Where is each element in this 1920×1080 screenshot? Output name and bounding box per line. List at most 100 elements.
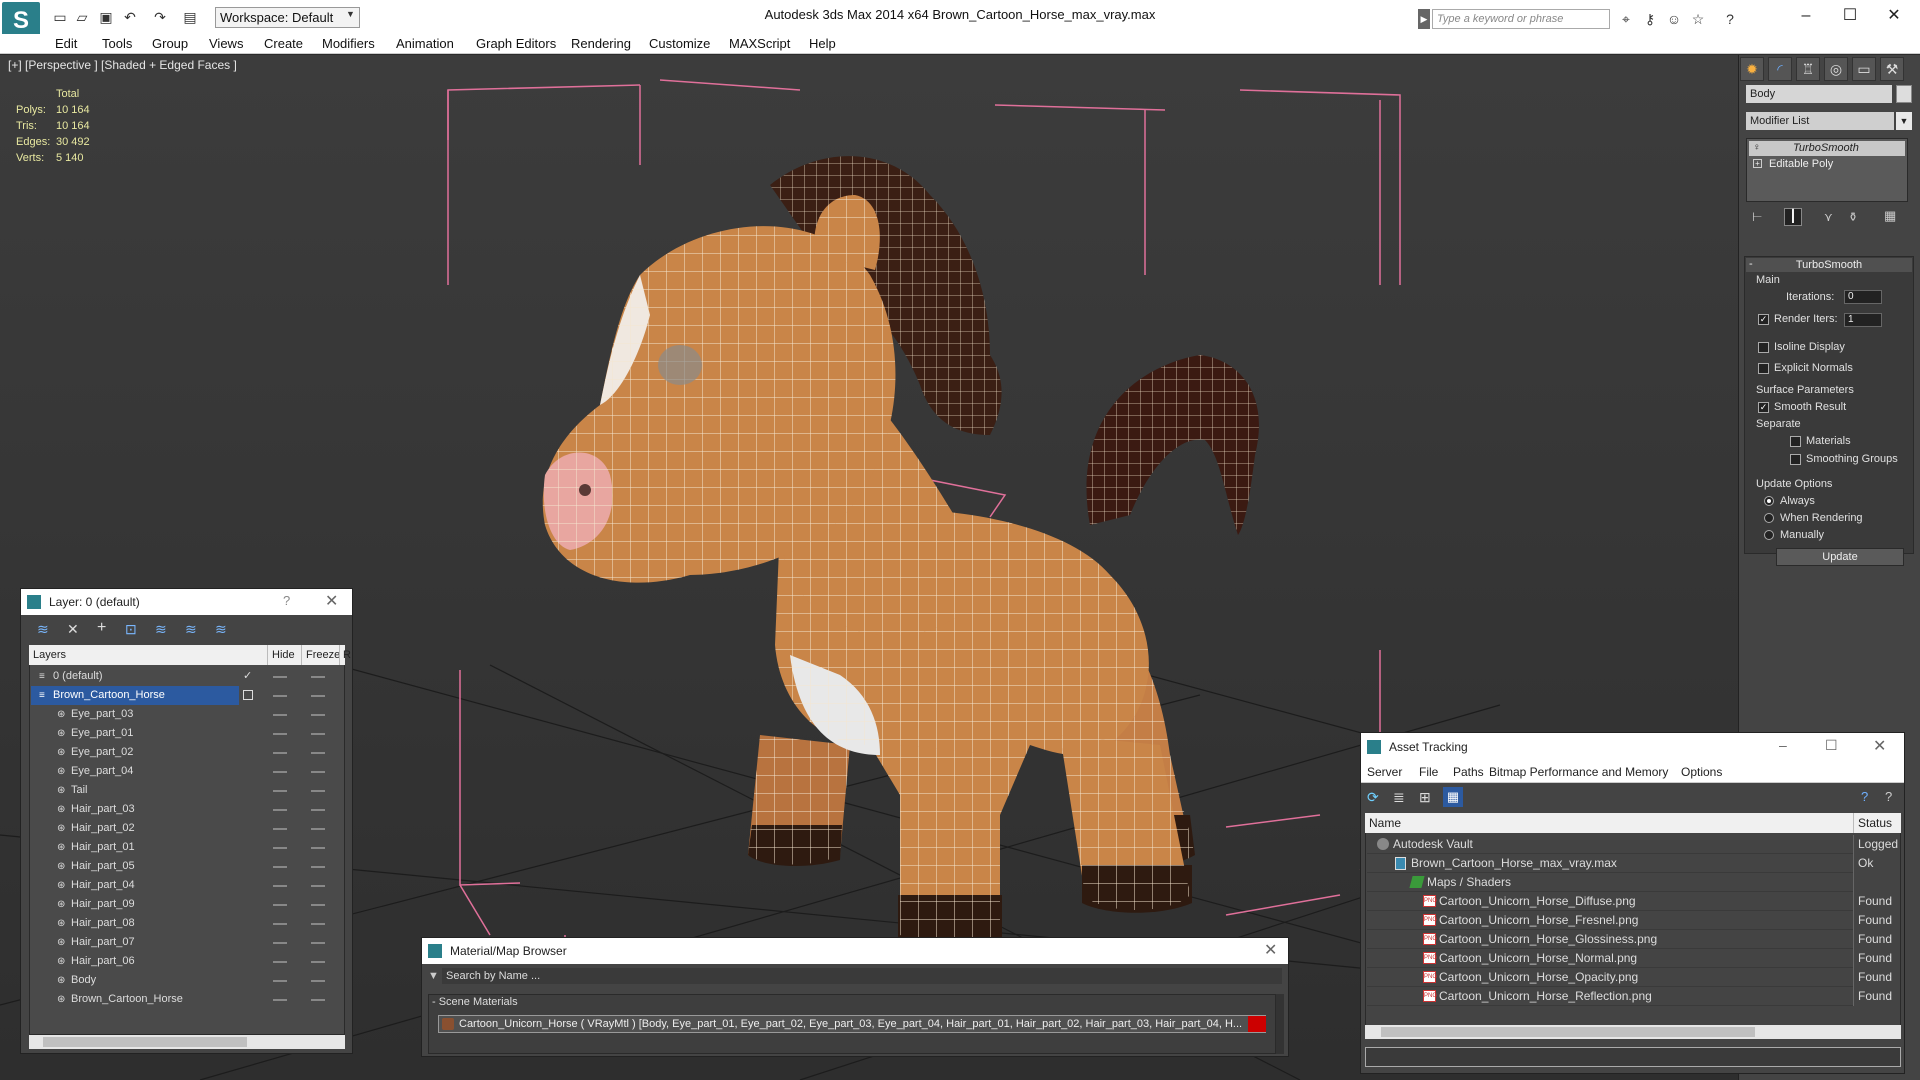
tree-view-icon[interactable]: ⊞ — [1419, 789, 1431, 806]
maximize-button[interactable]: ☐ — [1830, 4, 1870, 28]
freeze-toggle[interactable] — [311, 961, 325, 963]
close-icon[interactable]: ✕ — [1873, 736, 1886, 756]
vertical-scrollbar[interactable] — [1276, 994, 1284, 1054]
layer-row[interactable]: ⊛ Body — [31, 971, 337, 990]
layer-row[interactable]: ⊛ Hair_part_03 — [31, 800, 337, 819]
menu-group[interactable]: Group — [152, 36, 188, 51]
manually-radio[interactable] — [1764, 530, 1774, 540]
hide-toggle[interactable] — [273, 980, 287, 982]
display-tab-icon[interactable]: ▭ — [1852, 57, 1876, 81]
binoculars-icon[interactable]: ⌖ — [1616, 9, 1636, 29]
show-end-result-icon[interactable]: ┃ — [1784, 208, 1802, 226]
layer-row[interactable]: ⊛ Eye_part_01 — [31, 724, 337, 743]
search-input[interactable]: Type a keyword or phrase — [1432, 9, 1610, 29]
viewport-label[interactable]: [+] [Perspective ] [Shaded + Edged Faces… — [8, 58, 237, 72]
lightbulb-icon[interactable]: ♀ — [1753, 142, 1761, 153]
help-toggle-icon[interactable]: ? — [1885, 789, 1892, 804]
freeze-toggle[interactable] — [311, 809, 325, 811]
col-freeze[interactable]: Freeze — [301, 645, 340, 665]
asset-row[interactable]: PNG Cartoon_Unicorn_Horse_Reflection.png F… — [1367, 987, 1899, 1006]
layer-row[interactable]: ⊛ Brown_Cartoon_Horse — [31, 990, 337, 1009]
layer-window-title[interactable]: Layer: 0 (default) — [21, 589, 352, 615]
asset-row[interactable]: PNG Cartoon_Unicorn_Horse_Glossiness.png F… — [1367, 930, 1899, 949]
freeze-toggle[interactable] — [311, 752, 325, 754]
menu-options[interactable]: Options — [1681, 761, 1722, 783]
layer-row[interactable]: ⊛ Hair_part_05 — [31, 857, 337, 876]
material-search-input[interactable]: Search by Name ... — [442, 968, 1282, 984]
new-layer-icon[interactable]: ≋ — [37, 621, 49, 638]
menu-bitmap-performance[interactable]: Bitmap Performance and Memory — [1489, 761, 1668, 783]
freeze-toggle[interactable] — [311, 828, 325, 830]
isoline-display-checkbox[interactable] — [1758, 342, 1769, 353]
freeze-toggle[interactable] — [311, 714, 325, 716]
layer-row[interactable]: ⊛ Hair_part_01 — [31, 838, 337, 857]
layer-row[interactable]: ⊛ Hair_part_09 — [31, 895, 337, 914]
menu-edit[interactable]: Edit — [55, 36, 77, 51]
minimize-button[interactable]: – — [1779, 737, 1787, 753]
hide-toggle[interactable] — [273, 847, 287, 849]
menu-modifiers[interactable]: Modifiers — [322, 36, 375, 51]
create-tab-icon[interactable]: ✹ — [1740, 57, 1764, 81]
scrollbar-thumb[interactable] — [43, 1037, 247, 1047]
refresh-icon[interactable]: ⟳ — [1367, 789, 1379, 806]
horizontal-scrollbar[interactable] — [1365, 1025, 1901, 1039]
table-view-icon[interactable]: ▦ — [1443, 787, 1463, 807]
hide-toggle[interactable] — [273, 904, 287, 906]
when-rendering-radio[interactable] — [1764, 513, 1774, 523]
hide-toggle[interactable] — [273, 828, 287, 830]
layer-row[interactable]: ⊛ Eye_part_02 — [31, 743, 337, 762]
hierarchy-tab-icon[interactable]: ♖ — [1796, 57, 1820, 81]
menu-server[interactable]: Server — [1367, 761, 1402, 783]
layer-row[interactable]: ≡ 0 (default) — [31, 667, 337, 686]
menu-help[interactable]: Help — [809, 36, 836, 51]
search-expand-icon[interactable]: ▶ — [1418, 9, 1430, 29]
hide-toggle[interactable] — [273, 790, 287, 792]
asset-row[interactable]: PNG Cartoon_Unicorn_Horse_Fresnel.png Foun… — [1367, 911, 1899, 930]
layer-row[interactable]: ⊛ Hair_part_07 — [31, 933, 337, 952]
menu-create[interactable]: Create — [264, 36, 303, 51]
hide-toggle[interactable] — [273, 999, 287, 1001]
explicit-normals-checkbox[interactable] — [1758, 363, 1769, 374]
add-to-layer-icon[interactable]: + — [97, 619, 106, 637]
configure-modifier-sets-icon[interactable]: ▦ — [1884, 208, 1896, 224]
menu-graph-editors[interactable]: Graph Editors — [476, 36, 556, 51]
utilities-tab-icon[interactable]: ⚒ — [1880, 57, 1904, 81]
menu-views[interactable]: Views — [209, 36, 243, 51]
hide-toggle[interactable] — [273, 771, 287, 773]
layer-row[interactable]: ⊛ Hair_part_06 — [31, 952, 337, 971]
chevron-down-icon[interactable]: ▼ — [1896, 112, 1912, 130]
remove-modifier-icon[interactable]: ⚱ — [1848, 210, 1858, 224]
hide-toggle[interactable] — [273, 809, 287, 811]
asset-row[interactable]: Autodesk Vault Logged O — [1367, 835, 1899, 854]
list-view-icon[interactable]: ≣ — [1393, 789, 1405, 806]
materials-checkbox[interactable] — [1790, 436, 1801, 447]
menu-file[interactable]: File — [1419, 761, 1438, 783]
layer-row[interactable]: ⊛ Hair_part_04 — [31, 876, 337, 895]
menu-customize[interactable]: Customize — [649, 36, 710, 51]
freeze-toggle[interactable] — [311, 676, 325, 678]
object-color-swatch[interactable] — [1896, 85, 1912, 103]
freeze-toggle[interactable] — [311, 923, 325, 925]
modifier-list-dropdown[interactable]: Modifier List — [1746, 112, 1894, 130]
collapse-icon[interactable]: - — [1749, 258, 1753, 270]
layer-row[interactable]: ≡ Brown_Cartoon_Horse — [31, 686, 239, 705]
hide-toggle[interactable] — [273, 695, 287, 697]
scrollbar-thumb[interactable] — [1381, 1027, 1755, 1037]
expand-icon[interactable]: + — [1753, 159, 1762, 168]
stack-item-editable-poly[interactable]: Editable Poly — [1749, 157, 1905, 172]
freeze-toggle[interactable] — [311, 942, 325, 944]
menu-maxscript[interactable]: MAXScript — [729, 36, 790, 51]
render-iters-spinner[interactable]: 1 — [1844, 313, 1882, 327]
hide-toggle[interactable] — [273, 714, 287, 716]
smooth-result-checkbox[interactable]: ✓ — [1758, 402, 1769, 413]
smoothing-groups-checkbox[interactable] — [1790, 454, 1801, 465]
render-iters-checkbox[interactable]: ✓ — [1758, 314, 1769, 325]
close-icon[interactable]: ✕ — [1264, 940, 1277, 960]
select-objects-icon[interactable]: ⊡ — [125, 621, 137, 638]
freeze-toggle[interactable] — [311, 733, 325, 735]
current-layer-check-icon[interactable]: ✓ — [243, 667, 252, 686]
make-unique-icon[interactable]: ⋎ — [1824, 210, 1833, 224]
asset-tracking-title[interactable]: Asset Tracking — [1361, 733, 1904, 761]
update-button[interactable]: Update — [1776, 548, 1904, 566]
minimize-button[interactable]: – — [1786, 4, 1826, 28]
